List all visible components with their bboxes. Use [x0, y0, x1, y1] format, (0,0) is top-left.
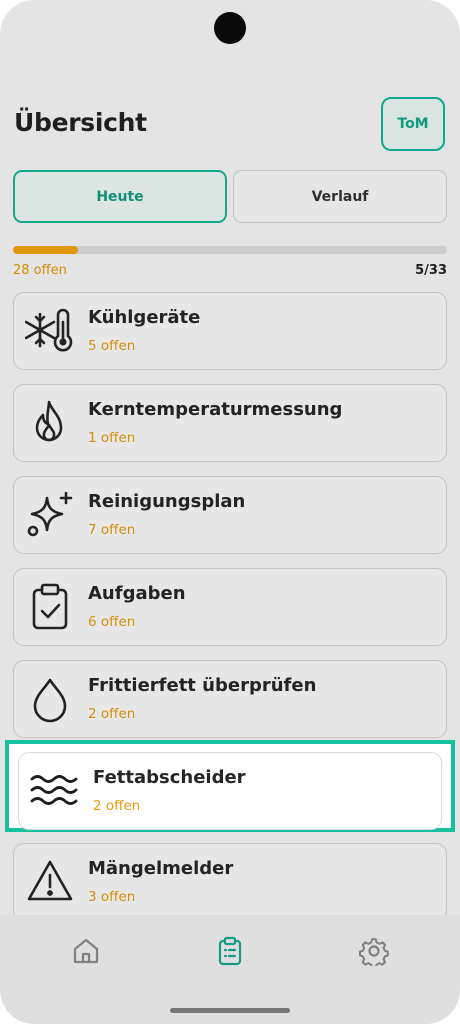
category-open-count: 1 offen: [88, 430, 136, 446]
nav-checklists-button[interactable]: [215, 936, 245, 966]
progress-bar: [13, 246, 447, 254]
progress-ratio-label: 5/33: [415, 263, 447, 278]
category-open-count: 7 offen: [88, 522, 136, 538]
category-name: Mängelmelder: [88, 858, 234, 879]
progress-bar-fill: [13, 246, 79, 254]
tab-heute[interactable]: Heute: [13, 170, 227, 223]
category-card-reinigungsplan[interactable]: Reinigungsplan 7 offen: [13, 476, 447, 554]
clipboard-list-icon: [218, 936, 242, 966]
category-name: Reinigungsplan: [88, 491, 246, 512]
snowflake-thermometer-icon: [24, 306, 75, 356]
category-name: Aufgaben: [88, 583, 186, 604]
nav-home-button[interactable]: [71, 936, 101, 966]
category-card-kuehlgeraete[interactable]: Kühlgeräte 5 offen: [13, 292, 447, 370]
category-open-count: 2 offen: [93, 798, 141, 814]
clipboard-check-icon: [25, 582, 75, 632]
category-card-frittierfett[interactable]: Frittierfett überprüfen 2 offen: [13, 660, 447, 738]
category-card-aufgaben[interactable]: Aufgaben 6 offen: [13, 568, 447, 646]
warning-triangle-icon: [25, 857, 75, 907]
nav-settings-button[interactable]: [358, 936, 389, 969]
home-icon: [73, 938, 99, 964]
open-count-label: 28 offen: [13, 263, 67, 278]
category-open-count: 2 offen: [88, 706, 136, 722]
category-name: Kühlgeräte: [88, 307, 201, 328]
droplet-icon: [25, 674, 75, 724]
category-open-count: 6 offen: [88, 614, 136, 630]
category-name: Fettabscheider: [93, 767, 246, 788]
page-title: Übersicht: [14, 108, 147, 137]
category-name: Frittierfett überprüfen: [88, 675, 317, 696]
category-card-kerntemperaturmessung[interactable]: Kerntemperaturmessung 1 offen: [13, 384, 447, 462]
gesture-home-indicator[interactable]: [170, 1008, 290, 1013]
user-avatar-button[interactable]: ToM: [381, 97, 445, 151]
category-card-fettabscheider[interactable]: Fettabscheider 2 offen: [18, 752, 442, 830]
flame-icon: [25, 398, 75, 448]
waves-icon: [29, 766, 79, 816]
category-open-count: 3 offen: [88, 889, 136, 905]
category-name: Kerntemperaturmessung: [88, 399, 343, 420]
settings-gear-icon: [358, 938, 389, 969]
highlight-frame: Fettabscheider 2 offen: [5, 740, 455, 832]
sparkles-icon: [25, 490, 75, 540]
phone-screen: Übersicht ToM Heute Verlauf 28 offen 5/3…: [0, 0, 460, 1024]
category-open-count: 5 offen: [88, 338, 136, 354]
tab-verlauf[interactable]: Verlauf: [233, 170, 447, 223]
category-card-maengelmelder[interactable]: Mängelmelder 3 offen: [13, 843, 447, 915]
